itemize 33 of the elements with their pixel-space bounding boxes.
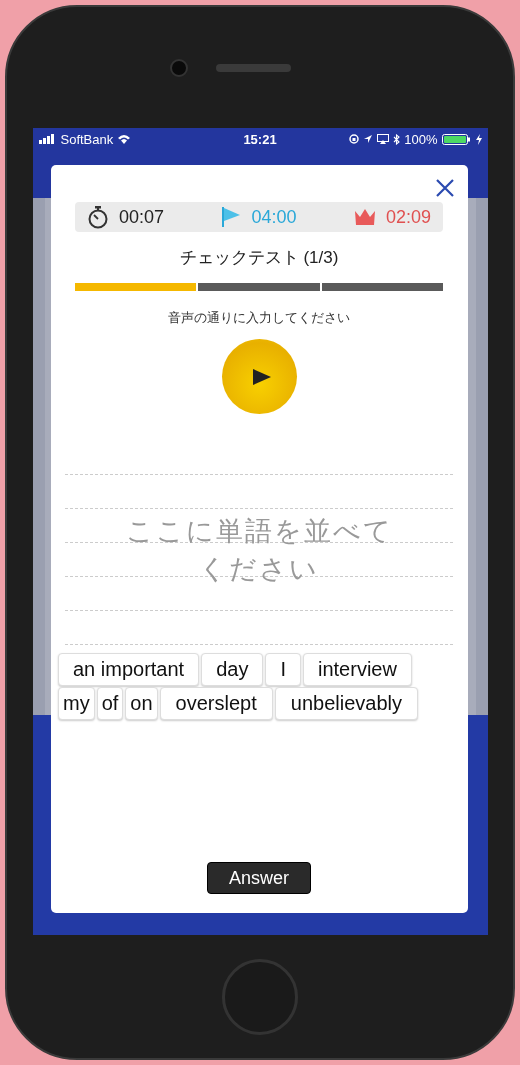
close-icon[interactable] — [434, 178, 455, 198]
word-chip[interactable]: my — [58, 687, 95, 720]
word-chip[interactable]: unbelievably — [274, 687, 418, 720]
word-chip[interactable]: day — [201, 653, 264, 686]
carrier-name: SoftBank — [60, 131, 114, 147]
bluetooth-icon — [393, 133, 401, 145]
target-time: 04:00 — [251, 206, 297, 228]
wifi-icon — [117, 134, 132, 144]
lock-rotation-icon — [349, 134, 360, 144]
crown-icon — [353, 208, 376, 226]
battery-icon — [441, 133, 472, 145]
answer-button[interactable]: Answer — [207, 862, 311, 894]
location-icon — [363, 134, 374, 144]
battery-percent: 100% — [404, 131, 438, 147]
answer-placeholder: ここに単語を並べてください — [124, 515, 394, 586]
play-icon — [251, 366, 273, 387]
test-title: チェックテスト (1/3) — [179, 247, 339, 269]
camera-icon — [169, 58, 188, 77]
elapsed-time: 00:07 — [119, 206, 165, 228]
word-chip[interactable]: an important — [58, 653, 200, 686]
word-chip[interactable]: interview — [303, 653, 412, 686]
signal-icon — [38, 134, 57, 144]
flag-icon — [221, 206, 242, 228]
word-chip[interactable]: on — [125, 687, 158, 720]
speaker-icon — [215, 63, 291, 72]
word-chip[interactable]: overslept — [159, 687, 273, 720]
instruction-text: 音声の通りに入力してください — [168, 309, 350, 327]
charging-icon — [475, 133, 482, 145]
clock-time: 15:21 — [243, 131, 277, 147]
word-chip[interactable]: I — [265, 653, 301, 686]
stopwatch-icon — [87, 205, 109, 229]
word-chip[interactable]: of — [96, 687, 124, 720]
best-time: 02:09 — [385, 206, 431, 228]
